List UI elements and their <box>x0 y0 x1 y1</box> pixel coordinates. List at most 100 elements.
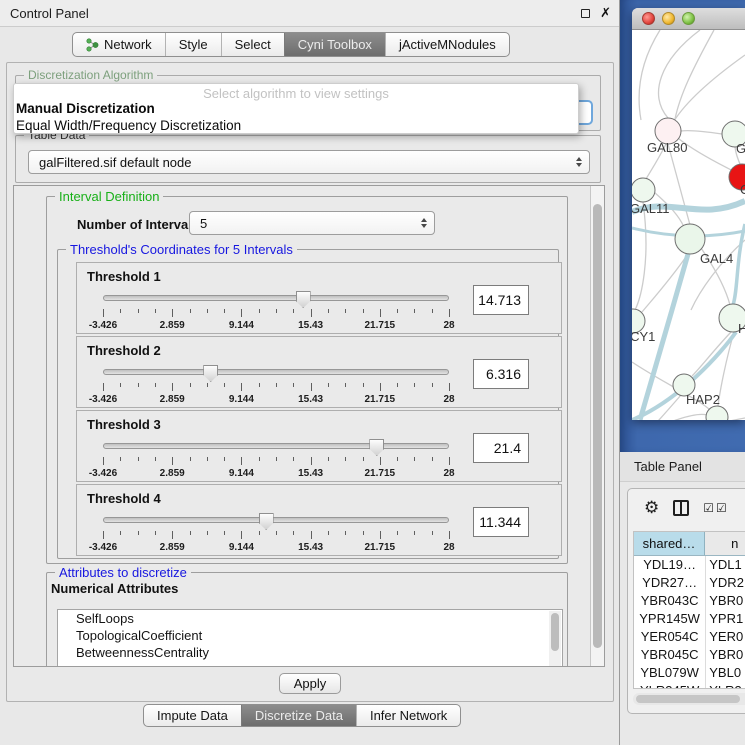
table-row[interactable]: YBR045CYBR0 <box>634 646 745 664</box>
tab-style[interactable]: Style <box>165 33 221 56</box>
table-row[interactable]: YLR345WYLR3 <box>634 682 745 689</box>
scrollbar-thumb[interactable] <box>636 695 740 703</box>
select-all-checkbox-icon[interactable]: ☑ <box>716 502 727 514</box>
algorithm-option-manual[interactable]: Manual Discretization <box>14 101 578 118</box>
tab-infer-network[interactable]: Infer Network <box>356 705 460 726</box>
number-of-intervals-value: 5 <box>200 216 207 231</box>
settings-vertical-scrollbar[interactable] <box>590 186 604 666</box>
tab-cyni-toolbox[interactable]: Cyni Toolbox <box>284 33 385 56</box>
tick-mark <box>311 531 312 539</box>
network-node[interactable] <box>632 178 655 202</box>
tick-mark <box>172 531 173 539</box>
cell-name[interactable]: YBR0 <box>706 646 745 664</box>
tick-mark <box>259 457 260 461</box>
cell-shared-name[interactable]: YDL19… <box>634 556 706 574</box>
slider-thumb[interactable] <box>259 513 274 530</box>
table-row[interactable]: YER054CYER0 <box>634 628 745 646</box>
tick-mark <box>276 457 277 461</box>
table-panel-title: Table Panel <box>634 459 702 474</box>
cell-shared-name[interactable]: YDR27… <box>634 574 706 592</box>
cell-shared-name[interactable]: YPR145W <box>634 610 706 628</box>
tab-discretize-data[interactable]: Discretize Data <box>241 705 356 726</box>
cell-name[interactable]: YER0 <box>706 628 745 646</box>
cell-shared-name[interactable]: YBR045C <box>634 646 706 664</box>
cell-shared-name[interactable]: YBL079W <box>634 664 706 682</box>
node-label-partial: C <box>740 182 745 197</box>
tick-mark <box>432 531 433 535</box>
number-of-intervals-combobox[interactable]: 5 <box>189 211 435 235</box>
table-data-combobox[interactable]: galFiltered.sif default node <box>28 150 590 174</box>
threshold-3-value-field[interactable]: 21.4 <box>473 433 529 463</box>
scale-label: 28 <box>443 394 454 405</box>
slider-thumb[interactable] <box>296 291 311 308</box>
interval-definition-group: Interval Definition Number of Intervals … <box>46 196 568 564</box>
float-window-icon[interactable] <box>581 9 590 18</box>
gear-icon[interactable]: ⚙ <box>644 500 659 517</box>
close-window-icon[interactable] <box>642 12 655 25</box>
column-header-shared-name[interactable]: shared… <box>634 532 705 555</box>
threshold-4-value-field[interactable]: 11.344 <box>473 507 529 537</box>
table-row[interactable]: YDL19…YDL1 <box>634 556 745 574</box>
algorithm-option-equal-width[interactable]: Equal Width/Frequency Discretization <box>14 118 578 135</box>
cell-name[interactable]: YBL0 <box>706 664 745 682</box>
attribute-item[interactable]: SelfLoops <box>58 610 562 627</box>
tab-network[interactable]: Network <box>73 33 165 56</box>
cell-name[interactable]: YBR0 <box>706 592 745 610</box>
cell-name[interactable]: YPR1 <box>706 610 745 628</box>
column-header-name[interactable]: n <box>705 532 745 555</box>
node-label-partial: G <box>736 141 745 156</box>
scrollbar-thumb[interactable] <box>551 613 559 651</box>
threshold-2-panel: Threshold 2 -3.4262.8599.14415.4321.7152… <box>76 336 562 408</box>
scale-label: -3.426 <box>89 468 117 479</box>
apply-button[interactable]: Apply <box>279 673 341 694</box>
numerical-attributes-list[interactable]: SelfLoopsTopologicalCoefficientBetweenne… <box>57 609 563 667</box>
zoom-window-icon[interactable] <box>682 12 695 25</box>
table-row[interactable]: YBR043CYBR0 <box>634 592 745 610</box>
select-checkbox-icon[interactable]: ☑ <box>703 502 714 514</box>
scale-label: 15.43 <box>298 468 323 479</box>
threshold-2-value-field[interactable]: 6.316 <box>473 359 529 389</box>
attribute-item[interactable]: TopologicalCoefficient <box>58 627 562 644</box>
threshold-4-label: Threshold 4 <box>87 491 161 506</box>
cell-shared-name[interactable]: YER054C <box>634 628 706 646</box>
cell-shared-name[interactable]: YLR345W <box>634 682 706 689</box>
network-canvas[interactable]: GAL80GAL11GAL4GCY1HAP2GCH <box>632 30 745 420</box>
network-node[interactable] <box>675 224 705 254</box>
slider-track[interactable] <box>103 369 449 375</box>
tick-mark <box>155 383 156 387</box>
network-node[interactable] <box>706 406 728 420</box>
attribute-item[interactable]: BetweennessCentrality <box>58 644 562 661</box>
tab-discretize-data-label: Discretize Data <box>255 708 343 723</box>
tick-mark <box>328 383 329 387</box>
cell-name[interactable]: YLR3 <box>706 682 745 689</box>
slider-thumb[interactable] <box>203 365 218 382</box>
network-window-titlebar[interactable] <box>632 8 745 30</box>
close-panel-icon[interactable]: ✗ <box>600 7 611 20</box>
settings-scroll-panel: Interval Definition Number of Intervals … <box>13 185 605 667</box>
cell-shared-name[interactable]: YBR043C <box>634 592 706 610</box>
node-label: HAP2 <box>686 392 720 407</box>
tab-impute-data[interactable]: Impute Data <box>144 705 241 726</box>
tick-mark <box>224 383 225 387</box>
cell-name[interactable]: YDL1 <box>706 556 745 574</box>
minimize-window-icon[interactable] <box>662 12 675 25</box>
split-columns-icon[interactable] <box>673 500 689 516</box>
slider-track[interactable] <box>103 295 449 301</box>
attributes-list-scrollbar[interactable] <box>549 611 561 667</box>
table-row[interactable]: YPR145WYPR1 <box>634 610 745 628</box>
scale-label: -3.426 <box>89 320 117 331</box>
tab-jactivemnodules[interactable]: jActiveMNodules <box>385 33 509 56</box>
tab-select[interactable]: Select <box>221 33 284 56</box>
scale-label: 21.715 <box>365 320 396 331</box>
threshold-1-value-field[interactable]: 14.713 <box>473 285 529 315</box>
network-view-window: GAL80GAL11GAL4GCY1HAP2GCH <box>632 8 745 420</box>
tick-mark <box>207 531 208 535</box>
table-row[interactable]: YBL079WYBL0 <box>634 664 745 682</box>
slider-track[interactable] <box>103 443 449 449</box>
table-row[interactable]: YDR27…YDR2 <box>634 574 745 592</box>
slider-thumb[interactable] <box>369 439 384 456</box>
scrollbar-thumb[interactable] <box>593 204 602 648</box>
cell-name[interactable]: YDR2 <box>706 574 745 592</box>
slider-track[interactable] <box>103 517 449 523</box>
table-horizontal-scrollbar[interactable] <box>633 693 745 705</box>
